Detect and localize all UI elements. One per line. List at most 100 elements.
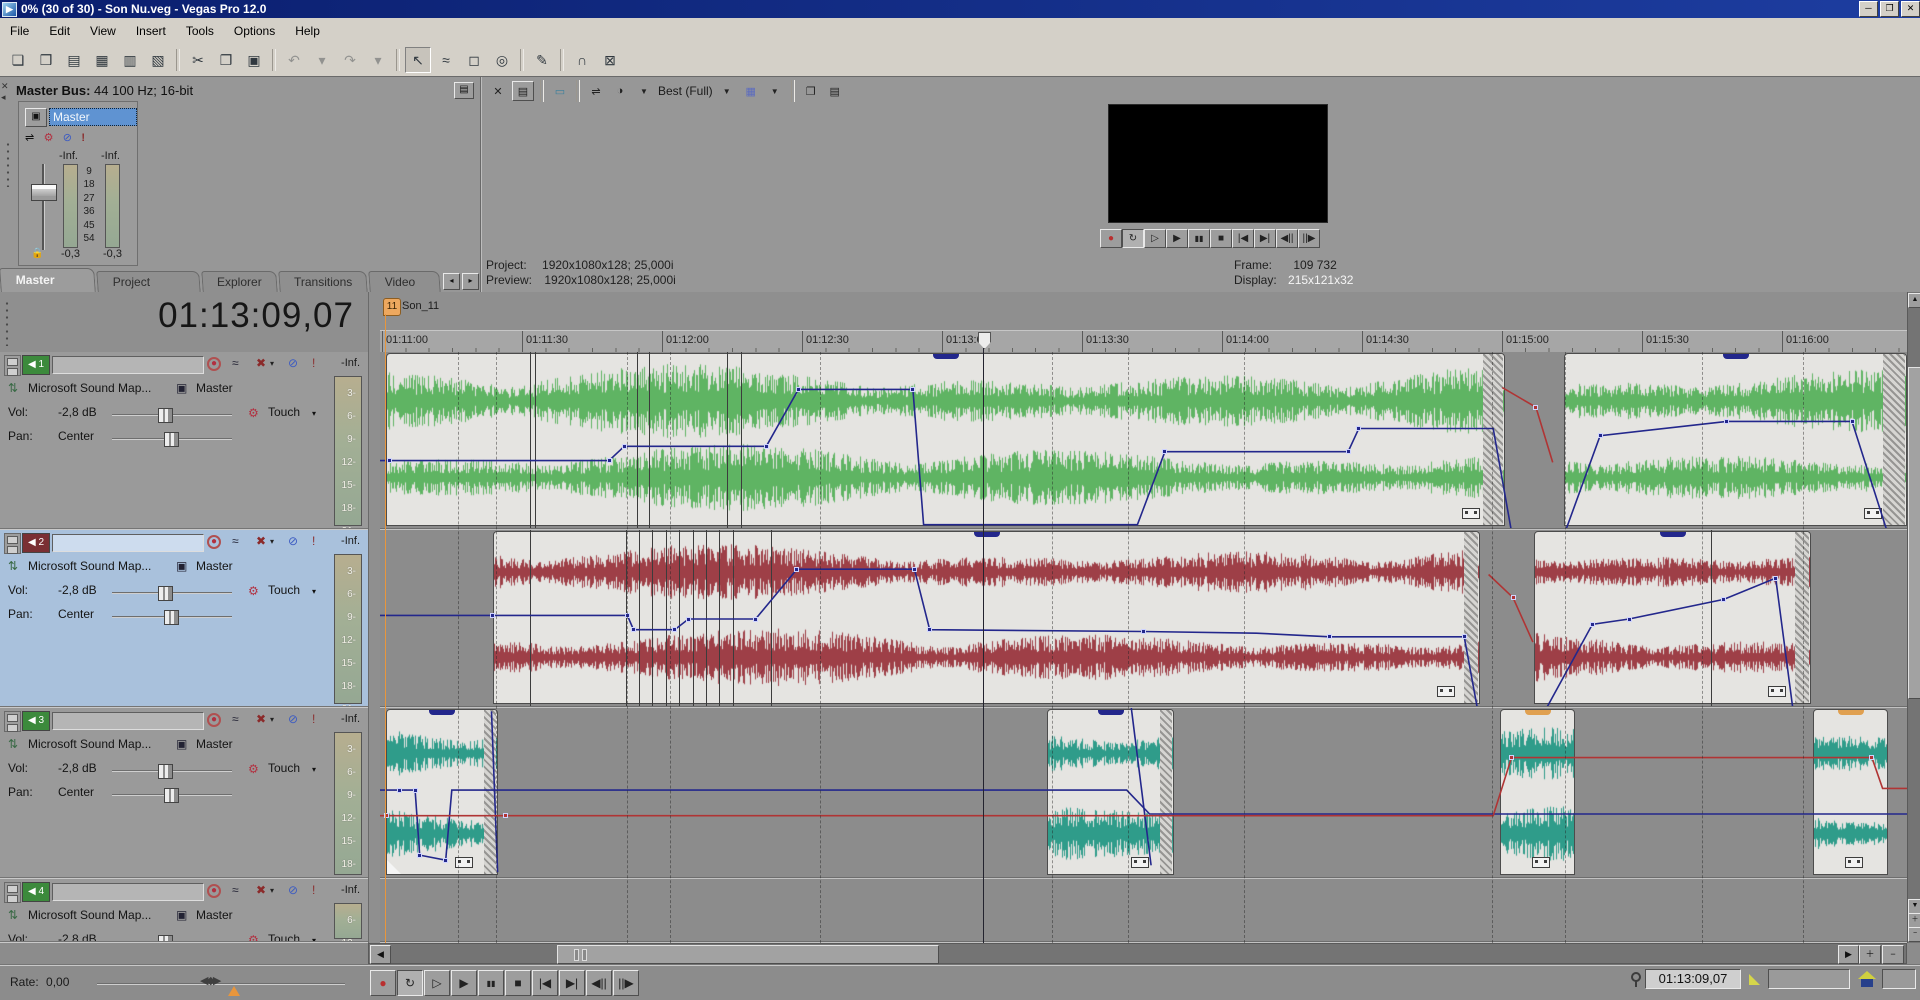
render-as-icon[interactable]: ▥ [117,47,143,73]
timeline[interactable] [380,352,1907,943]
envelope-node[interactable] [796,387,801,392]
dim-output-icon[interactable]: ! [81,132,85,144]
mute-dropdown-icon[interactable]: ▾ [270,537,274,546]
undo-icon[interactable]: ↶ [281,47,307,73]
panel-collapse-icon[interactable]: ◂ [1,92,13,103]
record-button[interactable]: ● [1100,229,1122,248]
ruler-band[interactable]: 01:11:0001:11:3001:12:0001:12:3001:13:00… [380,330,1907,352]
arm-record-icon[interactable]: ● [207,357,221,371]
automation-device-icon[interactable]: ⚙ [248,933,259,943]
project-properties-icon[interactable]: ▦ [89,47,115,73]
cut-icon[interactable]: ✂ [185,47,211,73]
play-button[interactable]: ▶ [451,970,477,996]
multi-io-icon[interactable]: ⇅ [8,559,18,573]
close-button[interactable]: ✕ [1901,1,1920,17]
audio-event[interactable] [1564,353,1907,526]
zoom-in-time-icon[interactable]: ＋ [1859,945,1881,964]
pan-value[interactable]: Center [58,785,94,799]
track-minimize-icon[interactable] [4,533,21,554]
paste-icon[interactable]: ▣ [241,47,267,73]
menu-options[interactable]: Options [224,20,285,42]
automation-device-icon[interactable]: ⚙ [248,406,259,420]
automation-mode[interactable]: Touch [268,405,300,419]
phase-invert-icon[interactable]: ! [312,534,315,548]
panel-grip[interactable] [6,141,10,187]
phase-invert-icon[interactable]: ! [312,712,315,726]
automation-mode-dropdown-icon[interactable]: ▾ [312,587,316,596]
envelope-node[interactable] [443,858,448,863]
solo-icon[interactable]: ⊘ [288,883,298,897]
audio-event[interactable] [493,531,1480,704]
menu-help[interactable]: Help [285,20,330,42]
envelope-node[interactable] [794,567,799,572]
stop-button[interactable]: ■ [505,970,531,996]
envelope-node[interactable] [384,813,389,818]
menu-edit[interactable]: Edit [39,20,80,42]
record-button[interactable]: ● [370,970,396,996]
panel-menu-icon[interactable]: ▤ [454,82,474,99]
scroll-right-icon[interactable]: ▶ [1838,945,1859,964]
vertical-scrollbar[interactable]: ▲ ▼ ＋ − [1907,292,1920,943]
solo-icon[interactable]: ⊘ [288,534,298,548]
copy-icon[interactable]: ❐ [213,47,239,73]
selection-edit-tool-icon[interactable]: ◻ [461,47,487,73]
mute-icon[interactable]: ✖ [256,883,266,897]
envelope-node[interactable] [1773,576,1778,581]
tab-project-media[interactable]: Project Media [96,271,201,293]
automation-mode[interactable]: Touch [268,932,300,943]
next-frame-button[interactable]: ||▶ [613,970,639,996]
track-lane-1[interactable] [380,352,1907,530]
pan-slider-thumb[interactable] [164,788,179,803]
pause-button[interactable]: ▮▮ [1188,229,1210,248]
pan-value[interactable]: Center [58,607,94,621]
envelope-node[interactable] [1327,634,1332,639]
multi-io-icon[interactable]: ⇅ [8,737,18,751]
scroll-left-icon[interactable]: ◀ [370,945,391,964]
bus-assign-icon[interactable]: ▣ [176,559,187,573]
track-header-4[interactable]: ◀ 4●≈✖▾⊘!-Inf.⇅Microsoft Sound Map...▣Ma… [0,879,368,943]
event-fx-icon[interactable] [1437,686,1455,697]
rate-slider-thumb[interactable]: ◀◆▶ [200,974,219,987]
arm-record-icon[interactable]: ● [207,713,221,727]
zoom-in-track-icon[interactable]: ＋ [1908,913,1920,928]
envelope-node[interactable] [1850,419,1855,424]
vol-slider-thumb[interactable] [158,408,173,423]
status-timecode[interactable]: 01:13:09,07 [1645,969,1741,989]
track-header-1[interactable]: ◀ 1●≈✖▾⊘!-Inf.⇅Microsoft Sound Map...▣Ma… [0,352,368,530]
tabs-scroll-right-icon[interactable]: ▸ [462,273,479,290]
automation-mode-dropdown-icon[interactable]: ▾ [312,765,316,774]
envelope-node[interactable] [625,613,630,618]
track-lane-4[interactable] [380,879,1907,943]
save-project-icon[interactable]: ▤ [61,47,87,73]
vol-slider-thumb[interactable] [158,764,173,779]
event-fx-icon[interactable] [1131,857,1149,868]
lock-icon[interactable]: 🔒 [31,248,43,259]
vol-value[interactable]: -2,8 dB [58,761,97,775]
envelope-node[interactable] [387,458,392,463]
menu-view[interactable]: View [80,20,126,42]
paint-tool-icon[interactable]: ✎ [529,47,555,73]
envelope-node[interactable] [927,627,932,632]
pan-slider[interactable] [112,616,232,618]
envelope-node[interactable] [1346,449,1351,454]
track-minimize-icon[interactable] [4,355,21,376]
event-fx-icon[interactable] [1864,508,1882,519]
automation-settings-icon[interactable]: ≈ [232,712,239,726]
master-fx-icon[interactable]: ⚙ [44,132,54,144]
zoom-out-track-icon[interactable]: − [1908,927,1920,942]
audio-event[interactable] [386,709,498,875]
bus-assign-icon[interactable]: ▣ [176,737,187,751]
scroll-down-icon[interactable]: ▼ [1908,899,1920,914]
envelope-node[interactable] [607,458,612,463]
open-project-icon[interactable]: ❒ [33,47,59,73]
go-to-end-button[interactable]: ▶| [559,970,585,996]
timeline-ruler[interactable]: 11 Son_11 01:11:0001:11:3001:12:0001:12:… [380,292,1907,352]
track-name-field[interactable] [52,534,204,552]
track-name-field[interactable] [52,883,204,901]
automation-mode-dropdown-icon[interactable]: ▾ [312,936,316,943]
audio-event[interactable] [1500,709,1575,875]
track-lane-2[interactable] [380,530,1907,708]
zoom-out-time-icon[interactable]: − [1882,945,1904,964]
audio-event[interactable] [1534,531,1811,704]
maximize-button[interactable]: ❐ [1880,1,1899,17]
